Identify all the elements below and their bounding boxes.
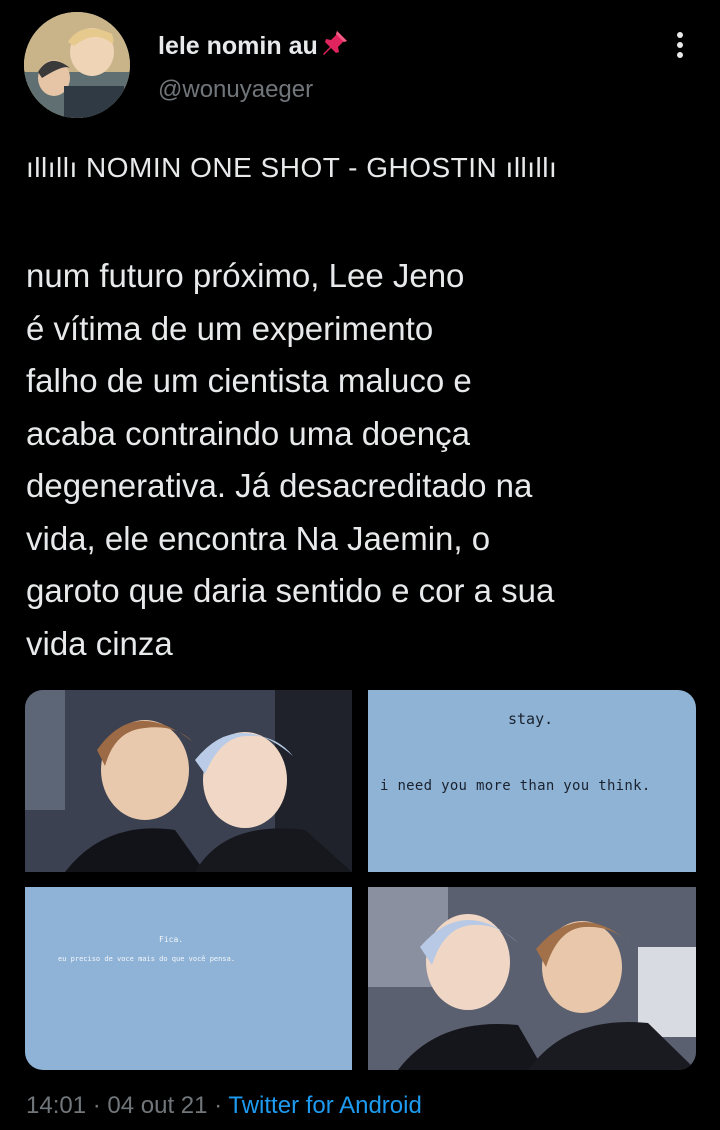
tweet-timestamp: 14:01 · 04 out 21 · Twitter for Android: [26, 1092, 422, 1120]
tweet-text-line: degenerativa. Já desacreditado na: [26, 467, 533, 504]
separator-dot: ·: [207, 1092, 229, 1119]
quote-line-need-you: i need you more than you think.: [380, 778, 651, 794]
media-photo-1[interactable]: [25, 690, 352, 872]
tweet-text-line: garoto que daria sentido e cor a sua: [26, 572, 555, 609]
quote-line-fica: Fica.: [159, 935, 184, 944]
tweet-text-line: num futuro próximo, Lee Jeno: [26, 257, 465, 294]
author-avatar[interactable]: [24, 12, 130, 118]
photo-two-people-1: [25, 690, 352, 872]
tweet-date[interactable]: 04 out 21: [107, 1092, 207, 1119]
author-handle[interactable]: @wonuyaeger: [158, 76, 313, 104]
media-quote-portuguese[interactable]: Fica. eu preciso de voce mais do que voc…: [25, 887, 352, 1070]
vertical-ellipsis-icon: [677, 42, 683, 48]
tweet-text: num futuro próximo, Lee Jeno é vítima de…: [26, 250, 686, 670]
more-options-button[interactable]: [660, 22, 700, 66]
media-grid: stay. i need you more than you think. Fi…: [25, 690, 696, 1070]
tweet-text-line: é vítima de um experimento: [26, 309, 434, 347]
author-display-name[interactable]: lele nomin au: [158, 28, 350, 61]
pushpin-icon: [320, 28, 350, 58]
tweet-text-line: vida, ele encontra Na Jaemin, o: [26, 519, 491, 557]
separator-dot: ·: [86, 1092, 108, 1119]
tweet-time[interactable]: 14:01: [26, 1092, 86, 1119]
display-name-text: lele nomin au: [158, 32, 318, 60]
photo-two-people-2: [368, 887, 696, 1070]
media-quote-english[interactable]: stay. i need you more than you think.: [368, 690, 696, 872]
media-photo-2[interactable]: [368, 887, 696, 1070]
tweet-text-line: acaba contraindo uma doença: [26, 414, 470, 452]
quote-line-preciso: eu preciso de voce mais do que você pens…: [58, 955, 236, 963]
tweet-source-link[interactable]: Twitter for Android: [228, 1092, 421, 1119]
tweet-header: lele nomin au @wonuyaeger: [0, 0, 720, 130]
vertical-ellipsis-icon: [677, 52, 683, 58]
tweet-text-line: falho de um cientista maluco e: [26, 362, 472, 399]
quote-line-stay: stay.: [508, 710, 554, 728]
vertical-ellipsis-icon: [677, 32, 683, 38]
tweet-text-line: vida cinza: [26, 624, 173, 662]
avatar-image: [24, 12, 130, 118]
tweet-title: ıllıllı NOMIN ONE SHOT - GHOSTIN ıllıllı: [26, 152, 558, 183]
